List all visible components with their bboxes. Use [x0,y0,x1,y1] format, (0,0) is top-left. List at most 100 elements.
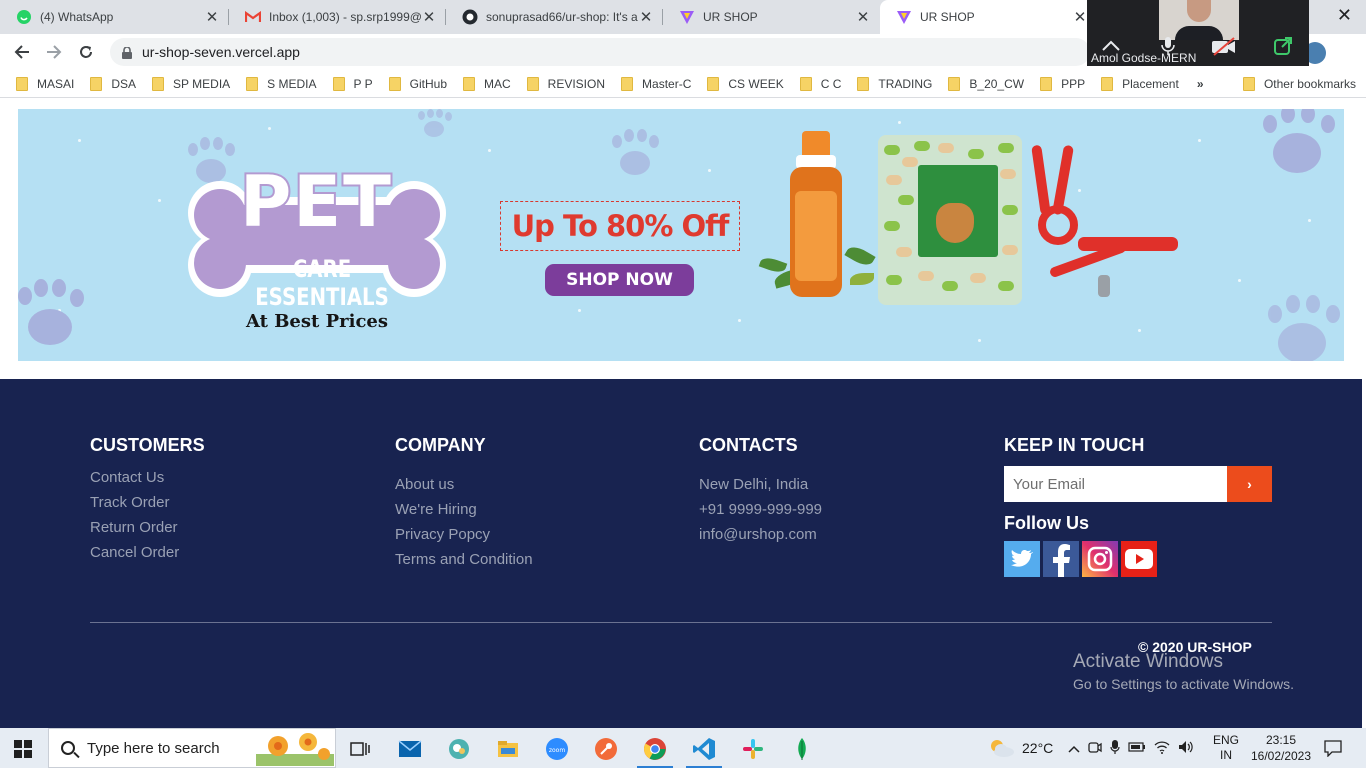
search-icon [61,741,75,755]
open-meeting-icon[interactable] [1273,36,1293,61]
tab-title: UR SHOP [703,10,758,24]
gmail-icon [245,9,261,25]
close-icon[interactable]: ✕ [855,8,871,26]
youtube-icon[interactable] [1121,541,1157,577]
reload-icon[interactable] [74,40,98,64]
bookmark-folder[interactable]: MAC [463,76,511,91]
close-icon[interactable]: ✕ [421,8,437,26]
instagram-icon[interactable] [1082,541,1118,577]
tab-ur-shop-active[interactable]: UR SHOP ✕ [880,0,1096,34]
bookmark-label: B_20_CW [969,76,1025,91]
bookmark-folder[interactable]: S MEDIA [246,76,317,91]
tab-github[interactable]: sonuprasad66/ur-shop: It's a ✕ [446,0,662,34]
newsletter-submit-button[interactable]: › [1227,466,1272,502]
language-indicator[interactable]: ENG IN [1213,728,1239,768]
folder-icon [152,76,165,91]
footer-link-hiring[interactable]: We're Hiring [395,500,533,525]
region-code: IN [1220,748,1232,762]
wifi-icon[interactable] [1154,740,1170,757]
microphone-icon[interactable] [1110,739,1120,758]
bookmark-folder[interactable]: B_20_CW [948,76,1025,91]
bookmark-folder[interactable]: TRADING [857,76,932,91]
folder-icon [90,76,103,91]
bookmark-folder[interactable]: DSA [90,76,136,91]
facebook-icon[interactable] [1043,541,1079,577]
notifications-icon[interactable] [1324,728,1342,768]
footer-link-privacy[interactable]: Privacy Popcy [395,525,533,550]
footer-link-contact-us[interactable]: Contact Us [90,468,179,493]
clock[interactable]: 23:15 16/02/2023 [1250,728,1312,768]
hero-banner[interactable]: PET CARE ESSENTIALS At Best Prices Up To… [18,109,1344,361]
taskbar-search-placeholder: Type here to search [87,739,220,757]
chrome-app-icon[interactable] [635,732,675,768]
bookmark-label: SP MEDIA [173,76,231,91]
forward-arrow-icon[interactable] [42,40,66,64]
close-icon[interactable]: ✕ [638,8,654,26]
address-bar[interactable]: ur-shop-seven.vercel.app [110,38,1090,66]
site-footer: CUSTOMERS Contact Us Track Order Return … [0,379,1362,728]
footer-link-return-order[interactable]: Return Order [90,518,179,543]
battery-icon[interactable] [1128,741,1146,756]
bookmark-folder[interactable]: C C [799,76,842,91]
window-close-icon[interactable]: ✕ [1337,5,1352,26]
mail-app-icon[interactable] [390,732,430,766]
windows-start-icon[interactable] [14,740,32,758]
bookmark-folder[interactable]: MASAI [16,76,74,91]
shop-now-button[interactable]: SHOP NOW [545,264,694,296]
footer-link-terms[interactable]: Terms and Condition [395,550,533,575]
bookmark-label: GitHub [409,76,447,91]
bookmark-folder[interactable]: PPP [1040,76,1085,91]
bookmark-label: C C [820,76,842,91]
caller-name: Amol Godse-MERN [1091,51,1197,65]
tab-title: (4) WhatsApp [40,10,114,24]
bookmark-folder[interactable]: GitHub [388,76,447,91]
volume-icon[interactable] [1178,740,1194,757]
back-arrow-icon[interactable] [10,40,34,64]
chevron-up-icon[interactable] [1068,741,1080,756]
close-icon[interactable]: ✕ [1072,8,1088,26]
url-text: ur-shop-seven.vercel.app [142,44,300,60]
newsletter-email-input[interactable] [1004,466,1227,502]
other-bookmarks[interactable]: Other bookmarks [1242,76,1356,91]
banner-title: PET [238,159,393,245]
slack-app-icon[interactable] [733,732,773,766]
company-links: About us We're Hiring Privacy Popcy Term… [395,475,533,575]
bookmark-folder[interactable]: SP MEDIA [152,76,231,91]
bookmark-folder[interactable]: Master-C [621,76,691,91]
bookmark-folder[interactable]: P P [332,76,373,91]
mongodb-compass-icon[interactable] [782,732,822,766]
bookmark-folder[interactable]: Placement [1101,76,1179,91]
banner-tagline: At Best Prices [245,311,388,332]
twitter-icon[interactable] [1004,541,1040,577]
close-icon[interactable]: ✕ [204,8,220,26]
clock-date: 16/02/2023 [1250,749,1312,763]
postman-app-icon[interactable] [586,732,626,766]
people-app-icon[interactable] [439,732,479,766]
bookmark-folder[interactable]: CS WEEK [707,76,784,91]
camera-off-icon[interactable] [1211,36,1237,61]
more-bookmarks-chevron[interactable]: » [1197,77,1204,91]
vite-icon [679,9,695,25]
meet-now-icon[interactable] [1088,740,1102,757]
folder-icon [526,76,539,91]
footer-link-about-us[interactable]: About us [395,475,533,500]
follow-us-heading: Follow Us [1004,513,1089,533]
folder-icon [1101,76,1114,91]
bookmarks-bar: MASAI DSA SP MEDIA S MEDIA P P GitHub MA… [0,70,1366,98]
keep-in-touch-heading: KEEP IN TOUCH [1004,435,1145,455]
zoom-app-icon[interactable]: zoom [537,732,577,766]
task-view-icon[interactable] [340,732,380,766]
bookmark-label: REVISION [547,76,606,91]
vscode-app-icon[interactable] [684,732,724,768]
file-explorer-icon[interactable] [488,732,528,766]
weather-widget[interactable]: 22°C [988,728,1053,768]
footer-divider [90,622,1272,623]
dog-harness-image [1028,144,1178,309]
tab-whatsapp[interactable]: (4) WhatsApp ✕ [0,0,228,34]
tab-gmail[interactable]: Inbox (1,003) - sp.srp1999@gmail.com ✕ [229,0,445,34]
video-call-overlay[interactable]: Amol Godse-MERN [1087,0,1309,66]
tab-ur-shop[interactable]: UR SHOP ✕ [663,0,879,34]
footer-link-track-order[interactable]: Track Order [90,493,179,518]
footer-link-cancel-order[interactable]: Cancel Order [90,543,179,568]
bookmark-folder[interactable]: REVISION [526,76,606,91]
